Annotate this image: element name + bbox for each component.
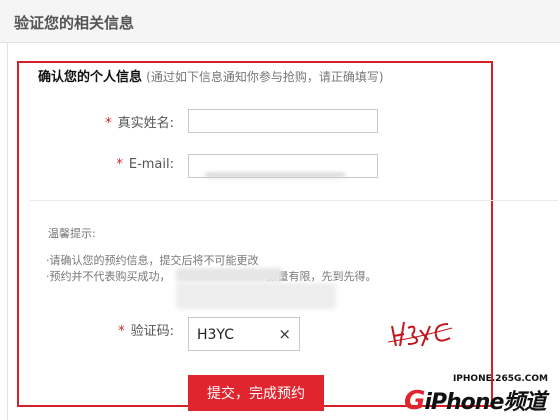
captcha-image[interactable]: [386, 312, 456, 352]
watermark-brand: GiPhone频道: [404, 384, 546, 416]
tip-line-2-start: ·预约并不代表购买成功，: [46, 270, 171, 283]
site-watermark: IPHONE.265G.COM GiPhone频道: [392, 370, 558, 418]
captcha-input[interactable]: H3YC ×: [188, 317, 300, 351]
clear-icon[interactable]: ×: [278, 325, 291, 343]
required-mark: *: [105, 116, 112, 131]
captcha-value: H3YC: [197, 327, 234, 343]
tip-line-2-end: 数量有限，先到先得。: [266, 270, 377, 283]
name-input[interactable]: [188, 109, 378, 133]
name-label: * 真实姓名:: [34, 112, 174, 131]
submit-button[interactable]: 提交，完成预约: [188, 375, 324, 411]
section-heading: 确认您的个人信息 (通过如下信息通知你参与抢购，请正确填写): [38, 66, 384, 85]
name-label-text: 真实姓名:: [117, 116, 174, 131]
redacted-tip-text: [176, 268, 282, 282]
tip-line-1: ·请确认您的预约信息，提交后将不可能更改: [46, 254, 259, 267]
page-title: 验证您的相关信息: [14, 14, 135, 32]
section-title: 确认您的个人信息: [38, 70, 143, 85]
redacted-block: [176, 283, 336, 309]
watermark-site: IPHONE.265G.COM: [452, 374, 548, 384]
captcha-label: * 验证码:: [34, 320, 174, 339]
required-mark: *: [116, 157, 123, 172]
section-divider: [30, 200, 558, 201]
page-header: 验证您的相关信息: [0, 0, 560, 43]
watermark-brand-text: iPhone频道: [424, 390, 546, 415]
required-mark: *: [118, 324, 125, 339]
tips-title: 温馨提示:: [48, 227, 96, 240]
email-label: * E-mail:: [34, 157, 174, 172]
email-label-text: E-mail:: [128, 157, 174, 172]
captcha-label-text: 验证码:: [130, 324, 174, 339]
section-hint: (通过如下信息通知你参与抢购，请正确填写): [146, 70, 384, 84]
redacted-email-text: [205, 173, 345, 177]
watermark-logo-g: G: [404, 386, 425, 416]
